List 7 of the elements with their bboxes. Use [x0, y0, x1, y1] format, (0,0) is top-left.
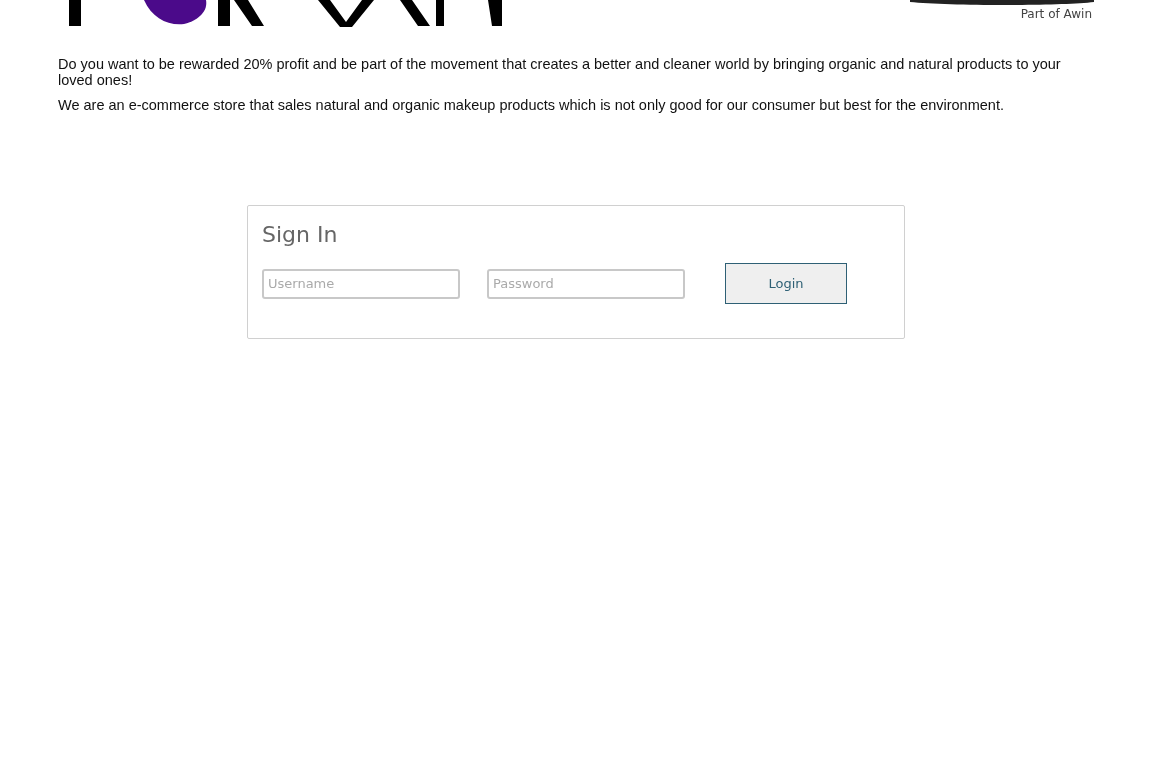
password-field[interactable]: Password: [487, 268, 685, 299]
partner-tagline: Part of Awin: [1020, 7, 1092, 21]
sign-in-title: Sign In: [262, 222, 339, 247]
username-field[interactable]: Username: [262, 268, 460, 299]
intro-paragraph: Do you want to be rewarded 20% profit and be part of the movement that creates a better and cleaner world by bringing organic and natural products to your loved ones!: [58, 56, 1062, 88]
login-button[interactable]: Login: [725, 263, 847, 304]
intro-paragraph: We are an e-commerce store that sales natural and organic makeup products which is not only good for our consumer but best for the environment.: [58, 97, 1005, 113]
